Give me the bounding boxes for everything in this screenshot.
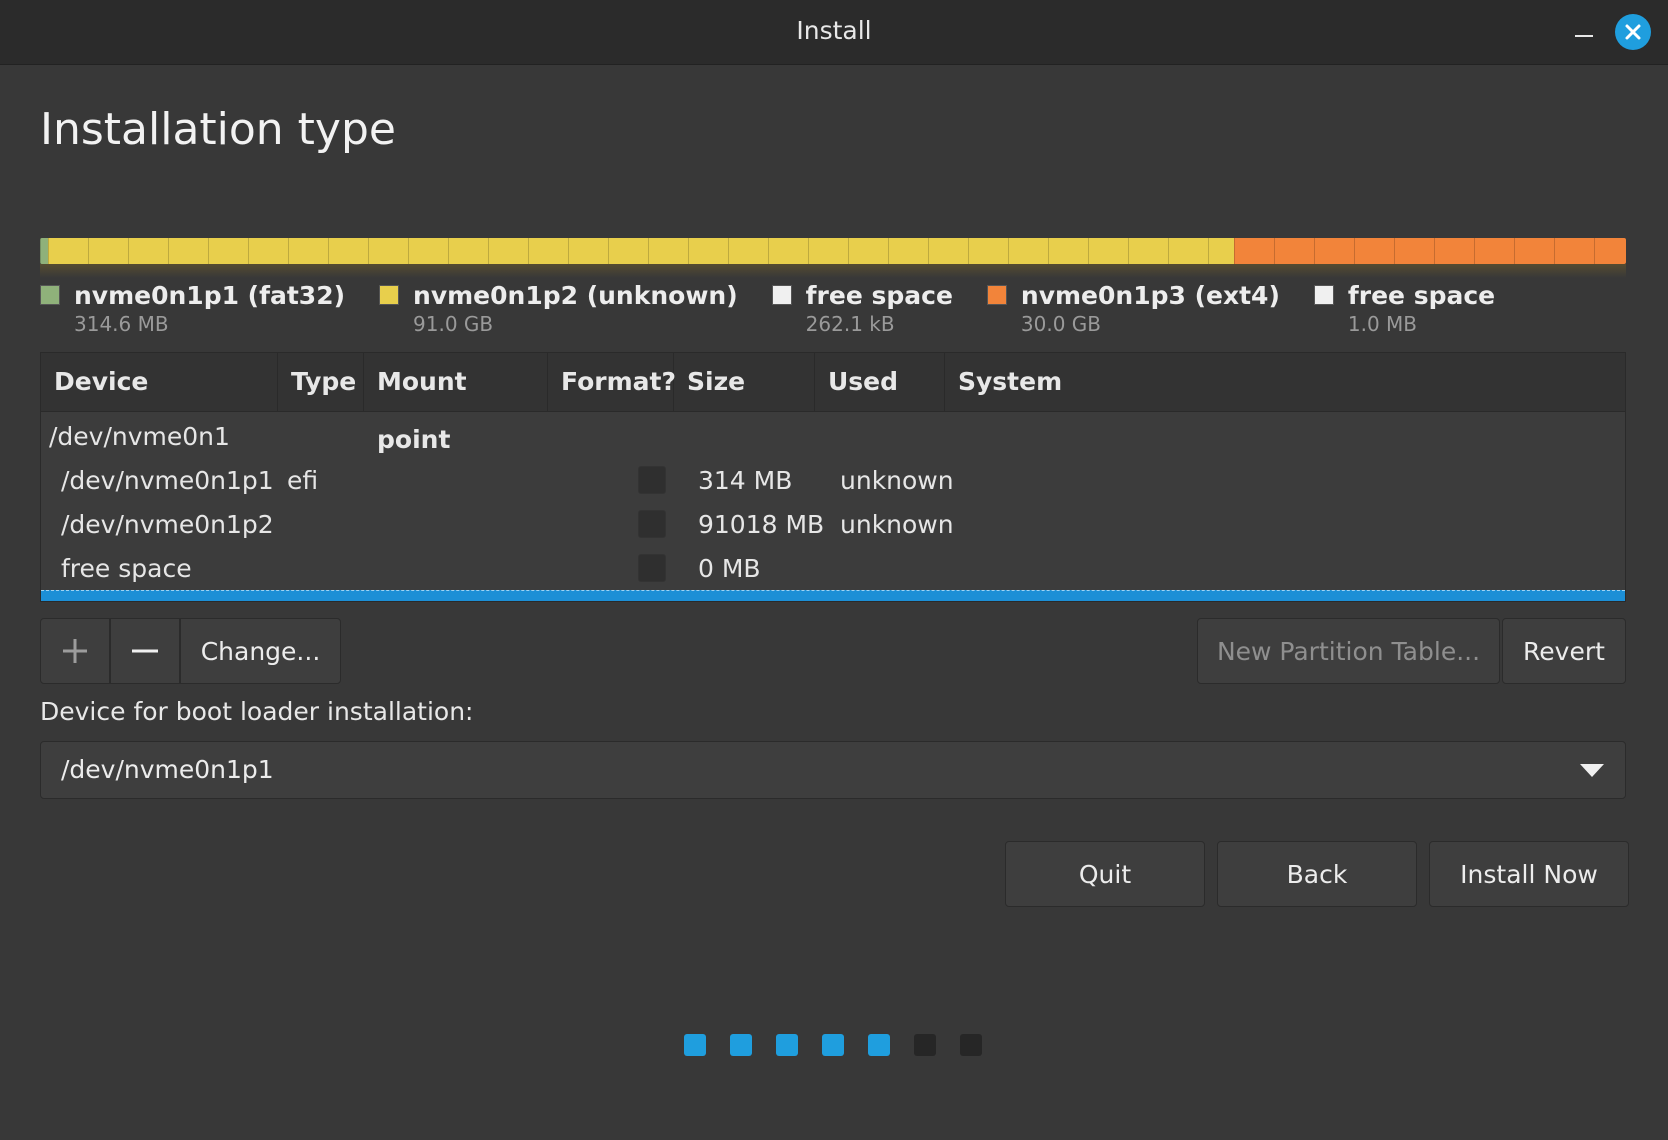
minus-icon: [132, 649, 158, 653]
installer-window: Install Installation type nvme0n1p1 (fat…: [0, 0, 1668, 1140]
legend-size: 30.0 GB: [1020, 312, 1102, 336]
column-header-format[interactable]: Format?: [548, 353, 676, 411]
legend-swatch: [40, 285, 60, 305]
step-progress-dots: [684, 1034, 982, 1056]
cell-device: free space: [61, 553, 192, 583]
legend-swatch: [379, 285, 400, 305]
column-header-device[interactable]: Device: [41, 353, 278, 411]
remove-partition-button[interactable]: [110, 618, 180, 684]
cell-used: unknown: [840, 509, 954, 539]
cell-size: 0 MB: [698, 553, 761, 583]
column-header-used[interactable]: Used: [815, 353, 945, 411]
legend-item: free space 1.0 MB: [1313, 280, 1496, 336]
step-dot-complete: [822, 1034, 844, 1056]
legend-item: nvme0n1p3 (ext4) 30.0 GB: [986, 280, 1280, 336]
table-row-selected[interactable]: [41, 590, 1625, 601]
cell-used: unknown: [840, 465, 954, 495]
format-checkbox[interactable]: [638, 554, 666, 582]
cell-size: 91018 MB: [698, 509, 825, 539]
change-button[interactable]: Change...: [180, 618, 341, 684]
cell-format: [590, 554, 698, 582]
cell-device: /dev/nvme0n1: [49, 421, 230, 451]
minimize-icon: [1575, 35, 1593, 37]
bootloader-selected-value: /dev/nvme0n1p1: [61, 755, 274, 784]
cell-format: [590, 466, 698, 494]
plus-icon: [63, 639, 87, 663]
minimize-button[interactable]: [1567, 14, 1601, 48]
partition-table: Device Type Mount point Format? Size Use…: [40, 352, 1626, 602]
install-now-button[interactable]: Install Now: [1429, 841, 1629, 907]
legend-item: nvme0n1p1 (fat32) 314.6 MB: [40, 280, 345, 336]
partition-bar: [40, 238, 1626, 264]
legend-swatch: [986, 285, 1007, 305]
partition-toolbar: Change...: [40, 618, 341, 684]
revert-button[interactable]: Revert: [1502, 618, 1626, 684]
legend-name: free space: [805, 281, 953, 310]
close-button[interactable]: [1615, 14, 1651, 50]
title-bar: Install: [0, 0, 1668, 65]
legend-name: nvme0n1p3 (ext4): [1020, 281, 1280, 310]
table-row[interactable]: /dev/nvme0n1p1 efi 314 MB unknown: [41, 458, 1625, 502]
step-dot-complete: [776, 1034, 798, 1056]
legend-size: 314.6 MB: [74, 312, 169, 336]
bootloader-device-select[interactable]: /dev/nvme0n1p1: [40, 741, 1626, 799]
bootloader-label: Device for boot loader installation:: [40, 697, 474, 726]
table-header: Device Type Mount point Format? Size Use…: [41, 353, 1625, 454]
legend-name: free space: [1347, 281, 1496, 310]
page-title: Installation type: [40, 104, 396, 155]
close-icon: [1625, 24, 1641, 40]
partition-legend: nvme0n1p1 (fat32) 314.6 MB nvme0n1p2 (un…: [40, 280, 1529, 336]
step-dot-pending: [914, 1034, 936, 1056]
step-dot-pending: [960, 1034, 982, 1056]
column-header-size[interactable]: Size: [674, 353, 815, 411]
cell-type: efi: [287, 465, 319, 495]
chevron-down-icon: [1580, 764, 1604, 777]
legend-item: nvme0n1p2 (unknown) 91.0 GB: [379, 280, 738, 336]
window-title: Install: [796, 16, 872, 45]
step-dot-complete: [868, 1034, 890, 1056]
partition-bar-segment-fat32: [40, 238, 48, 264]
partition-bar-segment-ext4: [1234, 238, 1626, 264]
cell-format: [590, 510, 698, 538]
add-partition-button[interactable]: [40, 618, 110, 684]
column-header-system[interactable]: System: [945, 353, 1625, 411]
legend-name: nvme0n1p1 (fat32): [74, 281, 346, 310]
partition-bar-segment-unknown: [47, 238, 1235, 264]
step-dot-complete: [730, 1034, 752, 1056]
table-row[interactable]: /dev/nvme0n1p2 91018 MB unknown: [41, 502, 1625, 546]
step-dot-complete: [684, 1034, 706, 1056]
new-partition-table-button[interactable]: New Partition Table...: [1197, 618, 1500, 684]
quit-button[interactable]: Quit: [1005, 841, 1205, 907]
column-header-type[interactable]: Type: [278, 353, 364, 411]
legend-swatch: [1313, 285, 1334, 305]
legend-size: 262.1 kB: [805, 312, 895, 336]
table-row[interactable]: free space 0 MB: [41, 546, 1625, 590]
legend-size: 1.0 MB: [1347, 312, 1418, 336]
navigation-buttons: Quit Back Install Now: [1005, 841, 1629, 907]
partition-bar-reflection: [40, 264, 1626, 278]
format-checkbox[interactable]: [638, 466, 666, 494]
legend-size: 91.0 GB: [413, 312, 494, 336]
column-header-mount-point[interactable]: Mount point: [364, 353, 548, 454]
legend-swatch: [771, 285, 792, 305]
cell-device: /dev/nvme0n1p2: [61, 509, 274, 539]
back-button[interactable]: Back: [1217, 841, 1417, 907]
cell-device: /dev/nvme0n1p1: [61, 465, 274, 495]
cell-size: 314 MB: [698, 465, 793, 495]
table-row[interactable]: /dev/nvme0n1: [41, 414, 1625, 458]
format-checkbox[interactable]: [638, 510, 666, 538]
legend-item: free space 262.1 kB: [771, 280, 953, 336]
legend-name: nvme0n1p2 (unknown): [413, 281, 738, 310]
